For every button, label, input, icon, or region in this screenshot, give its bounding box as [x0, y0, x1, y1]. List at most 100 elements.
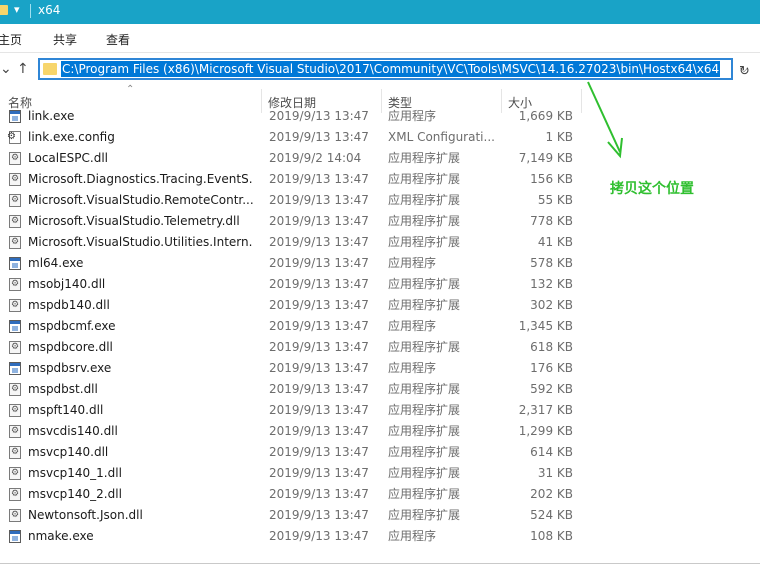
file-size: 31 KB	[537, 466, 573, 480]
file-name: mspdb140.dll	[28, 298, 110, 312]
file-name: link.exe	[28, 109, 75, 123]
dll-icon	[9, 442, 21, 463]
file-type: 应用程序	[388, 256, 437, 270]
ribbon-tabs: 主页 共享 查看	[0, 24, 760, 53]
file-name: msvcp140_1.dll	[28, 466, 122, 480]
file-name: mspdbsrv.exe	[28, 361, 112, 375]
file-name: link.exe.config	[28, 130, 115, 144]
file-type: 应用程序扩展	[388, 277, 461, 291]
dll-icon	[9, 463, 21, 484]
file-row[interactable]: Microsoft.Diagnostics.Tracing.EventS... 2…	[0, 169, 600, 190]
file-size: 55 KB	[537, 193, 573, 207]
file-type: 应用程序	[388, 361, 437, 375]
file-row[interactable]: Microsoft.VisualStudio.Utilities.Intern.…	[0, 232, 600, 253]
file-date: 2019/9/13 13:47	[269, 109, 369, 123]
file-size: 41 KB	[537, 235, 573, 249]
dll-icon	[9, 295, 21, 316]
dll-icon	[9, 505, 21, 526]
file-date: 2019/9/13 13:47	[269, 487, 369, 501]
file-name: msvcp140_2.dll	[28, 487, 122, 501]
dll-icon	[9, 421, 21, 442]
file-type: 应用程序扩展	[388, 214, 461, 228]
folder-icon	[0, 5, 8, 15]
file-row[interactable]: LocalESPC.dll 2019/9/2 14:04 应用程序扩展 7,149 K…	[0, 148, 600, 169]
file-name: nmake.exe	[28, 529, 94, 543]
file-row[interactable]: ml64.exe 2019/9/13 13:47 应用程序 578 KB	[0, 253, 600, 274]
file-row[interactable]: msobj140.dll 2019/9/13 13:47 应用程序扩展 132 KB	[0, 274, 600, 295]
address-bar[interactable]: C:\Program Files (x86)\Microsoft Visual …	[38, 58, 733, 80]
file-name: Microsoft.Diagnostics.Tracing.EventS...	[28, 172, 253, 186]
file-date: 2019/9/2 14:04	[269, 151, 362, 165]
file-type: 应用程序扩展	[388, 382, 461, 396]
exe-icon	[9, 257, 21, 270]
file-date: 2019/9/13 13:47	[269, 172, 369, 186]
file-row[interactable]: link.exe.config 2019/9/13 13:47 XML Config…	[0, 127, 600, 148]
file-size: 156 KB	[530, 172, 573, 186]
file-row[interactable]: Microsoft.VisualStudio.Telemetry.dll 2019…	[0, 211, 600, 232]
file-date: 2019/9/13 13:47	[269, 130, 369, 144]
file-name: msvcdis140.dll	[28, 424, 118, 438]
file-row[interactable]: mspdbst.dll 2019/9/13 13:47 应用程序扩展 592 KB	[0, 379, 600, 400]
file-row[interactable]: mspft140.dll 2019/9/13 13:47 应用程序扩展 2,317 K…	[0, 400, 600, 421]
file-row[interactable]: msvcp140_1.dll 2019/9/13 13:47 应用程序扩展 31 KB	[0, 463, 600, 484]
file-name: Microsoft.VisualStudio.Utilities.Intern.…	[28, 235, 253, 249]
dll-icon	[9, 379, 21, 400]
file-row[interactable]: nmake.exe 2019/9/13 13:47 应用程序 108 KB	[0, 526, 600, 547]
dll-icon	[9, 211, 21, 232]
sort-ascending-icon: ⌃	[126, 84, 135, 95]
file-name: Newtonsoft.Json.dll	[28, 508, 143, 522]
file-size: 176 KB	[530, 361, 573, 375]
file-date: 2019/9/13 13:47	[269, 235, 369, 249]
dll-icon	[9, 169, 21, 190]
quick-access-dropdown-icon[interactable]: ▾	[14, 3, 20, 16]
dll-icon	[9, 400, 21, 421]
recent-locations-icon[interactable]: ⌄	[0, 61, 12, 77]
file-type: 应用程序扩展	[388, 466, 461, 480]
file-size: 1,299 KB	[518, 424, 573, 438]
file-type: 应用程序扩展	[388, 235, 461, 249]
file-size: 108 KB	[530, 529, 573, 543]
up-arrow-icon[interactable]: ↑	[17, 61, 29, 77]
file-type: 应用程序	[388, 109, 437, 123]
file-name: mspdbst.dll	[28, 382, 98, 396]
file-type: 应用程序扩展	[388, 172, 461, 186]
file-row[interactable]: mspdbsrv.exe 2019/9/13 13:47 应用程序 176 KB	[0, 358, 600, 379]
file-size: 618 KB	[530, 340, 573, 354]
file-row[interactable]: Microsoft.VisualStudio.RemoteContr... 201…	[0, 190, 600, 211]
file-type: 应用程序扩展	[388, 298, 461, 312]
file-row[interactable]: msvcp140_2.dll 2019/9/13 13:47 应用程序扩展 202 K…	[0, 484, 600, 505]
file-name: msobj140.dll	[28, 277, 106, 291]
file-type: 应用程序扩展	[388, 508, 461, 522]
address-row: ⌄ ↑ C:\Program Files (x86)\Microsoft Vis…	[0, 53, 760, 87]
exe-icon	[9, 320, 21, 333]
file-row[interactable]: mspdb140.dll 2019/9/13 13:47 应用程序扩展 302 KB	[0, 295, 600, 316]
exe-icon	[9, 362, 21, 375]
dll-icon	[9, 190, 21, 211]
config-icon	[7, 131, 21, 144]
file-row[interactable]: msvcdis140.dll 2019/9/13 13:47 应用程序扩展 1,299…	[0, 421, 600, 442]
refresh-icon[interactable]: ↻	[739, 64, 750, 79]
tab-home[interactable]: 主页	[0, 31, 22, 48]
file-size: 1 KB	[545, 130, 573, 144]
file-date: 2019/9/13 13:47	[269, 445, 369, 459]
file-size: 7,149 KB	[518, 151, 573, 165]
address-path[interactable]: C:\Program Files (x86)\Microsoft Visual …	[61, 61, 721, 77]
annotation-text: 拷贝这个位置	[610, 181, 694, 197]
exe-icon	[9, 530, 21, 543]
file-date: 2019/9/13 13:47	[269, 466, 369, 480]
tab-share[interactable]: 共享	[53, 31, 77, 48]
file-row[interactable]: Newtonsoft.Json.dll 2019/9/13 13:47 应用程序扩展…	[0, 505, 600, 526]
file-type: 应用程序扩展	[388, 193, 461, 207]
file-date: 2019/9/13 13:47	[269, 403, 369, 417]
file-type: 应用程序扩展	[388, 403, 461, 417]
file-row[interactable]: msvcp140.dll 2019/9/13 13:47 应用程序扩展 614 KB	[0, 442, 600, 463]
file-row[interactable]: link.exe 2019/9/13 13:47 应用程序 1,669 KB	[0, 106, 600, 127]
file-date: 2019/9/13 13:47	[269, 508, 369, 522]
tab-view[interactable]: 查看	[106, 31, 130, 48]
file-row[interactable]: mspdbcmf.exe 2019/9/13 13:47 应用程序 1,345 KB	[0, 316, 600, 337]
file-date: 2019/9/13 13:47	[269, 529, 369, 543]
file-type: 应用程序	[388, 319, 437, 333]
file-size: 302 KB	[530, 298, 573, 312]
file-row[interactable]: mspdbcore.dll 2019/9/13 13:47 应用程序扩展 618 KB	[0, 337, 600, 358]
dll-icon	[9, 484, 21, 505]
